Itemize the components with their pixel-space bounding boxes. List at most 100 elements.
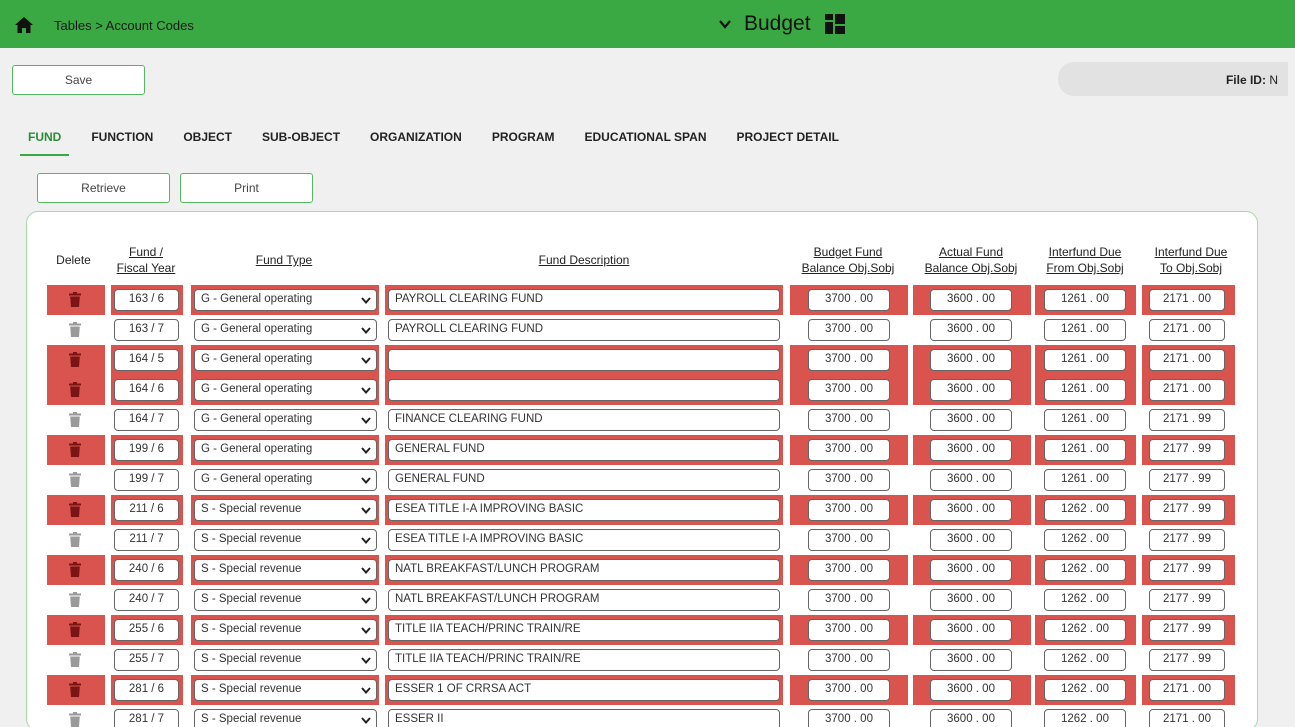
budget-fund-balance-input[interactable]: 3700 . 00 [808, 319, 890, 341]
fund-type-select[interactable]: G - General operating [194, 289, 377, 311]
home-icon[interactable] [14, 16, 34, 34]
fund-type-select[interactable]: S - Special revenue [194, 709, 377, 727]
fund-fiscal-year-input[interactable]: 281 / 6 [114, 679, 179, 701]
interfund-due-from-input[interactable]: 1261 . 00 [1044, 439, 1126, 461]
actual-fund-balance-input[interactable]: 3600 . 00 [930, 529, 1012, 551]
fund-type-select[interactable]: G - General operating [194, 319, 377, 341]
budget-fund-balance-input[interactable]: 3700 . 00 [808, 439, 890, 461]
interfund-due-to-input[interactable]: 2177 . 99 [1149, 559, 1225, 581]
chevron-down-icon[interactable] [361, 357, 371, 364]
fund-fiscal-year-input[interactable]: 164 / 7 [114, 409, 179, 431]
interfund-due-to-input[interactable]: 2171 . 00 [1149, 379, 1225, 401]
fund-type-select[interactable]: G - General operating [194, 409, 377, 431]
interfund-due-to-input[interactable]: 2177 . 99 [1149, 589, 1225, 611]
actual-fund-balance-input[interactable]: 3600 . 00 [930, 439, 1012, 461]
fund-description-input[interactable]: ESEA TITLE I-A IMPROVING BASIC [388, 499, 780, 521]
actual-fund-balance-input[interactable]: 3600 . 00 [930, 469, 1012, 491]
trash-icon[interactable] [69, 682, 81, 697]
tab-function[interactable]: FUNCTION [83, 130, 161, 156]
actual-fund-balance-input[interactable]: 3600 . 00 [930, 499, 1012, 521]
budget-fund-balance-input[interactable]: 3700 . 00 [808, 619, 890, 641]
trash-icon[interactable] [69, 442, 81, 457]
fund-type-select[interactable]: G - General operating [194, 379, 377, 401]
fund-description-input[interactable]: GENERAL FUND [388, 469, 780, 491]
fund-type-select[interactable]: S - Special revenue [194, 589, 377, 611]
actual-fund-balance-input[interactable]: 3600 . 00 [930, 289, 1012, 311]
fund-description-input[interactable]: ESSER 1 OF CRRSA ACT [388, 679, 780, 701]
fund-fiscal-year-input[interactable]: 211 / 7 [114, 529, 179, 551]
trash-icon[interactable] [69, 562, 81, 577]
interfund-due-to-input[interactable]: 2177 . 99 [1149, 529, 1225, 551]
tab-sub-object[interactable]: SUB-OBJECT [254, 130, 348, 156]
fund-description-input[interactable]: NATL BREAKFAST/LUNCH PROGRAM [388, 559, 780, 581]
fund-fiscal-year-input[interactable]: 164 / 5 [114, 349, 179, 371]
interfund-due-to-input[interactable]: 2171 . 00 [1149, 679, 1225, 701]
interfund-due-from-input[interactable]: 1262 . 00 [1044, 679, 1126, 701]
actual-fund-balance-input[interactable]: 3600 . 00 [930, 379, 1012, 401]
chevron-down-icon[interactable] [361, 417, 371, 424]
fund-type-select[interactable]: G - General operating [194, 349, 377, 371]
fund-fiscal-year-input[interactable]: 240 / 6 [114, 559, 179, 581]
header-interfund-due-to[interactable]: Interfund Due To Obj.Sobj [1141, 244, 1241, 276]
trash-icon[interactable] [69, 712, 81, 727]
grid-icon[interactable] [824, 14, 845, 34]
header-fund-description[interactable]: Fund Description [385, 252, 783, 268]
header-budget-fund-balance[interactable]: Budget Fund Balance Obj.Sobj [789, 244, 907, 276]
chevron-down-icon[interactable] [718, 17, 732, 31]
tab-educational-span[interactable]: EDUCATIONAL SPAN [576, 130, 714, 156]
interfund-due-from-input[interactable]: 1262 . 00 [1044, 559, 1126, 581]
fund-description-input[interactable]: TITLE IIA TEACH/PRINC TRAIN/RE [388, 619, 780, 641]
fund-description-input[interactable]: PAYROLL CLEARING FUND [388, 289, 780, 311]
fund-fiscal-year-input[interactable]: 199 / 6 [114, 439, 179, 461]
interfund-due-from-input[interactable]: 1261 . 00 [1044, 319, 1126, 341]
fund-fiscal-year-input[interactable]: 163 / 7 [114, 319, 179, 341]
tab-organization[interactable]: ORGANIZATION [362, 130, 470, 156]
chevron-down-icon[interactable] [361, 657, 371, 664]
header-fund-fiscal-year[interactable]: Fund / Fiscal Year [109, 244, 183, 276]
chevron-down-icon[interactable] [361, 387, 371, 394]
tab-program[interactable]: PROGRAM [484, 130, 563, 156]
actual-fund-balance-input[interactable]: 3600 . 00 [930, 559, 1012, 581]
fund-type-select[interactable]: S - Special revenue [194, 499, 377, 521]
actual-fund-balance-input[interactable]: 3600 . 00 [930, 709, 1012, 727]
fund-type-select[interactable]: S - Special revenue [194, 529, 377, 551]
header-actual-fund-balance[interactable]: Actual Fund Balance Obj.Sobj [911, 244, 1031, 276]
trash-icon[interactable] [69, 592, 81, 607]
interfund-due-from-input[interactable]: 1261 . 00 [1044, 409, 1126, 431]
chevron-down-icon[interactable] [361, 327, 371, 334]
budget-fund-balance-input[interactable]: 3700 . 00 [808, 289, 890, 311]
fund-type-select[interactable]: S - Special revenue [194, 679, 377, 701]
breadcrumb[interactable]: Tables > Account Codes [54, 18, 194, 33]
trash-icon[interactable] [69, 322, 81, 337]
module-selector[interactable]: Budget [718, 12, 845, 36]
interfund-due-from-input[interactable]: 1261 . 00 [1044, 469, 1126, 491]
chevron-down-icon[interactable] [361, 537, 371, 544]
fund-type-select[interactable]: G - General operating [194, 439, 377, 461]
interfund-due-from-input[interactable]: 1262 . 00 [1044, 649, 1126, 671]
tab-project-detail[interactable]: PROJECT DETAIL [729, 130, 847, 156]
chevron-down-icon[interactable] [361, 507, 371, 514]
fund-description-input[interactable] [388, 349, 780, 371]
fund-type-select[interactable]: S - Special revenue [194, 649, 377, 671]
fund-description-input[interactable]: ESEA TITLE I-A IMPROVING BASIC [388, 529, 780, 551]
tab-object[interactable]: OBJECT [175, 130, 240, 156]
actual-fund-balance-input[interactable]: 3600 . 00 [930, 349, 1012, 371]
interfund-due-to-input[interactable]: 2171 . 00 [1149, 709, 1225, 727]
retrieve-button[interactable]: Retrieve [37, 173, 170, 203]
trash-icon[interactable] [69, 382, 81, 397]
interfund-due-from-input[interactable]: 1262 . 00 [1044, 529, 1126, 551]
interfund-due-to-input[interactable]: 2177 . 99 [1149, 439, 1225, 461]
actual-fund-balance-input[interactable]: 3600 . 00 [930, 409, 1012, 431]
interfund-due-to-input[interactable]: 2177 . 99 [1149, 499, 1225, 521]
interfund-due-to-input[interactable]: 2177 . 99 [1149, 649, 1225, 671]
trash-icon[interactable] [69, 622, 81, 637]
interfund-due-to-input[interactable]: 2177 . 99 [1149, 469, 1225, 491]
chevron-down-icon[interactable] [361, 297, 371, 304]
interfund-due-from-input[interactable]: 1262 . 00 [1044, 619, 1126, 641]
budget-fund-balance-input[interactable]: 3700 . 00 [808, 589, 890, 611]
fund-description-input[interactable]: PAYROLL CLEARING FUND [388, 319, 780, 341]
trash-icon[interactable] [69, 412, 81, 427]
tab-fund[interactable]: FUND [20, 130, 70, 156]
fund-description-input[interactable]: TITLE IIA TEACH/PRINC TRAIN/RE [388, 649, 780, 671]
budget-fund-balance-input[interactable]: 3700 . 00 [808, 559, 890, 581]
